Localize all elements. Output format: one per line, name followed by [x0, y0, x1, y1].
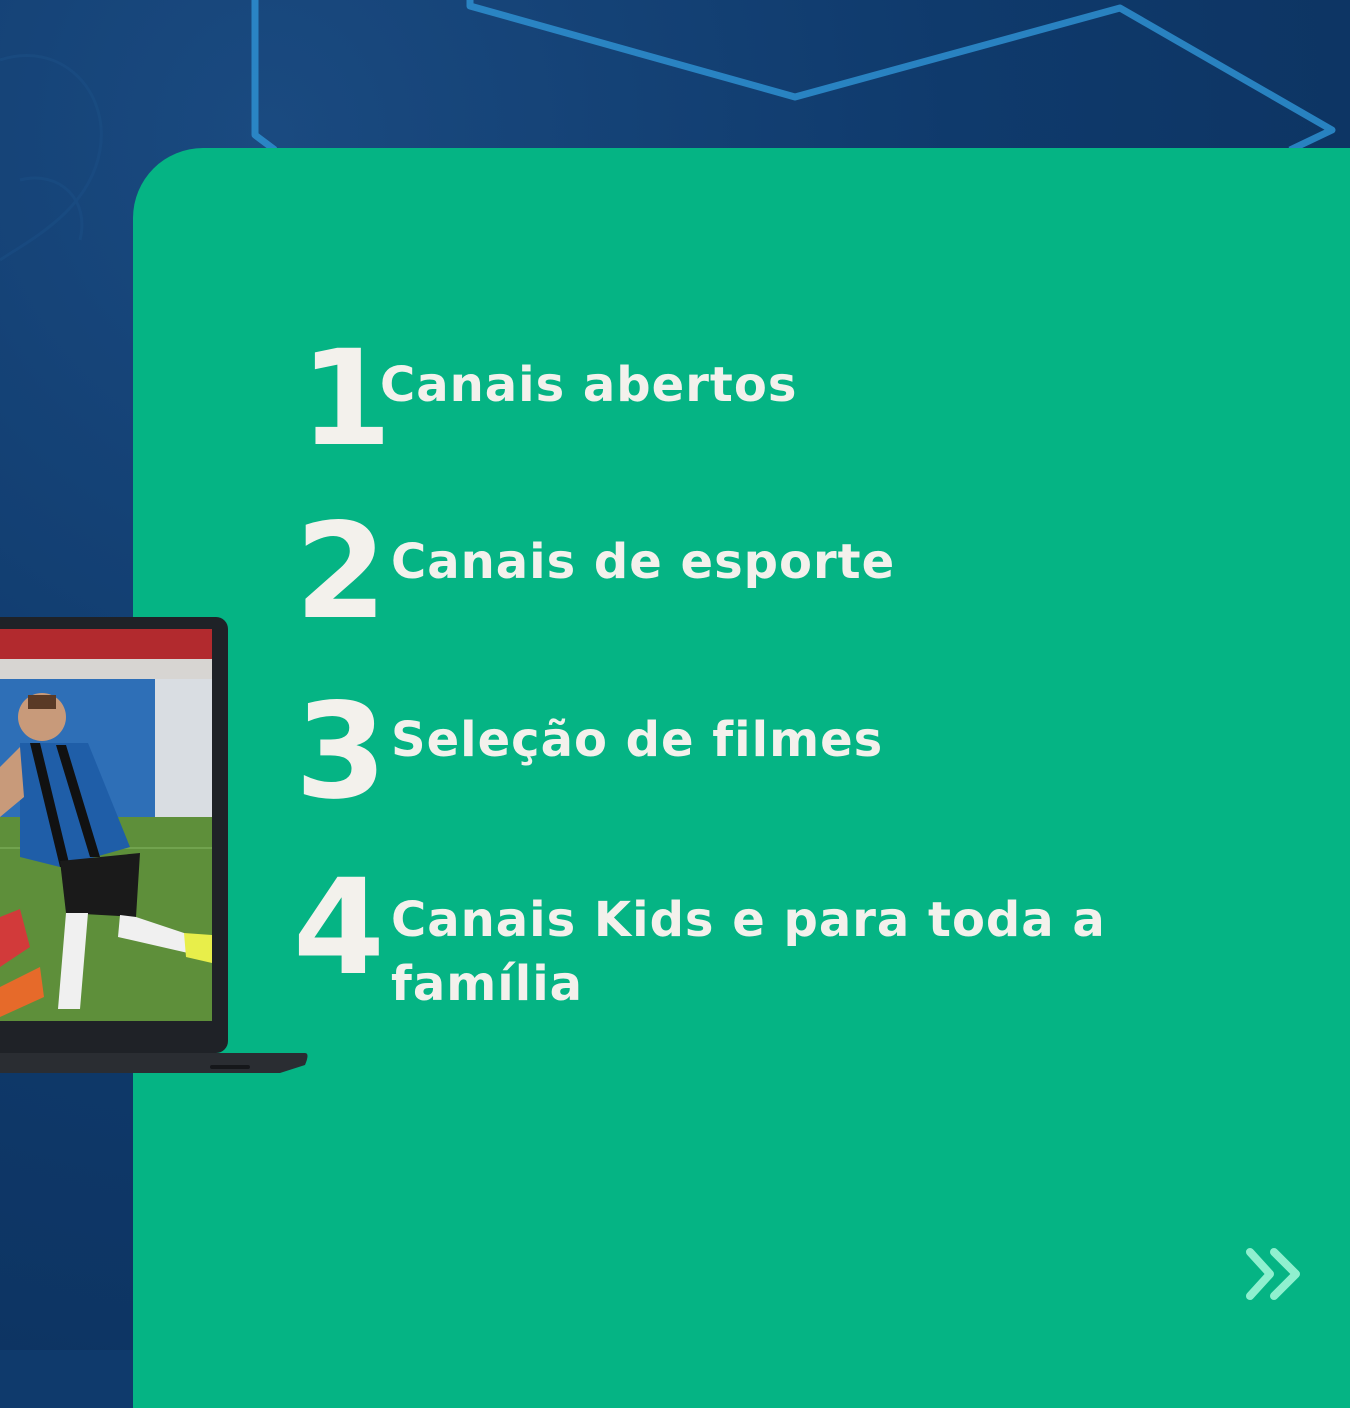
item-label-3: Seleção de filmes	[391, 712, 884, 768]
list-item-4: 4 Canais Kids e para toda a família	[293, 851, 1105, 1012]
double-chevron-right-icon[interactable]	[1240, 1246, 1306, 1302]
list-item-2: 2 Canais de esporte	[295, 495, 894, 649]
list-item-1: 1 Canais abertos	[300, 322, 796, 476]
list-item-3: 3 Seleção de filmes	[295, 675, 882, 829]
laptop-icon	[0, 617, 308, 1073]
item-number-4: 4	[293, 851, 385, 1005]
item-label-1: Canais abertos	[380, 357, 798, 413]
item-label-2: Canais de esporte	[391, 534, 896, 590]
item-number-3: 3	[295, 675, 387, 829]
item-number-2: 2	[295, 495, 387, 649]
item-number-1: 1	[300, 322, 392, 476]
item-label-4: Canais Kids e para toda a família	[391, 892, 1106, 1012]
